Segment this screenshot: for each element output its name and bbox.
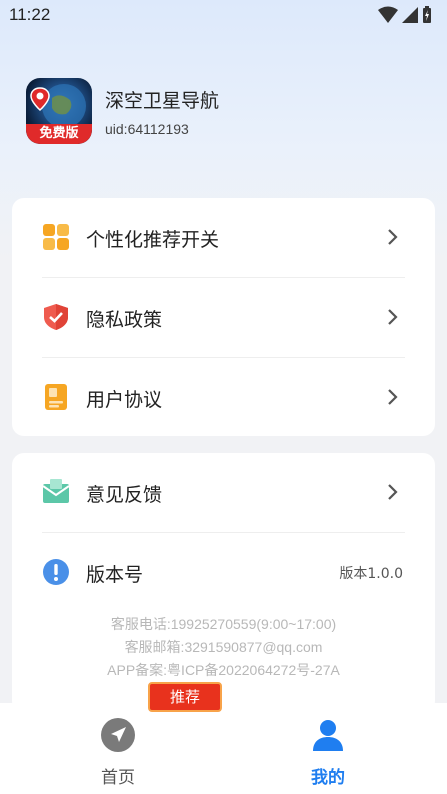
profile-header: 免费版 深空卫星导航 uid:64112193 <box>26 78 426 144</box>
user-id: uid:64112193 <box>105 121 189 137</box>
menu-item-privacy-policy[interactable]: 隐私政策 <box>12 278 435 356</box>
menu-item-label: 用户协议 <box>86 389 163 411</box>
navigation-arrow-icon <box>101 718 135 752</box>
menu-item-recommend-switch[interactable]: 个性化推荐开关 <box>12 198 435 276</box>
icp-record: APP备案:粤ICP备2022064272号-27A <box>107 662 340 678</box>
chevron-right-icon <box>388 229 398 245</box>
customer-service-phone: 客服电话:19925270559(9:00~17:00) <box>110 616 337 632</box>
shield-icon <box>44 304 68 330</box>
recommend-button[interactable]: 推荐 <box>148 682 222 712</box>
menu-item-user-agreement[interactable]: 用户协议 <box>12 358 435 436</box>
version-value: 版本1.0.0 <box>339 566 403 582</box>
settings-card: 个性化推荐开关 隐私政策 用户协议 <box>12 198 435 436</box>
document-icon <box>45 384 67 410</box>
user-icon <box>313 720 343 751</box>
battery-icon <box>423 6 431 23</box>
app-name: 深空卫星导航 <box>105 90 220 112</box>
tab-label: 我的 <box>311 768 345 788</box>
menu-item-label: 隐私政策 <box>86 309 163 331</box>
free-version-badge: 免费版 <box>26 124 92 144</box>
tab-mine[interactable]: 我的 <box>268 703 388 794</box>
status-time: 11:22 <box>9 5 51 24</box>
menu-item-label: 版本号 <box>86 564 144 586</box>
status-icons <box>378 6 438 26</box>
tab-label: 首页 <box>101 768 135 788</box>
status-bar: 11:22 <box>0 0 447 32</box>
customer-service-email: 客服邮箱:3291590877@qq.com <box>124 639 323 655</box>
chevron-right-icon <box>388 309 398 325</box>
grid-icon <box>43 224 69 250</box>
info-icon <box>43 559 69 585</box>
menu-item-label: 意见反馈 <box>86 484 163 506</box>
menu-item-version: 版本号 版本1.0.0 <box>12 533 435 611</box>
menu-item-label: 个性化推荐开关 <box>86 229 220 251</box>
signal-icon <box>402 7 418 23</box>
bottom-tab-bar: 首页 我的 <box>0 703 447 794</box>
mail-icon <box>42 479 70 503</box>
chevron-right-icon <box>388 389 398 405</box>
wifi-icon <box>378 6 398 23</box>
chevron-right-icon <box>388 484 398 500</box>
tab-home[interactable]: 首页 <box>58 703 178 794</box>
menu-item-feedback[interactable]: 意见反馈 <box>12 453 435 531</box>
satellite-globe-map-pin-icon: 免费版 <box>26 78 92 144</box>
